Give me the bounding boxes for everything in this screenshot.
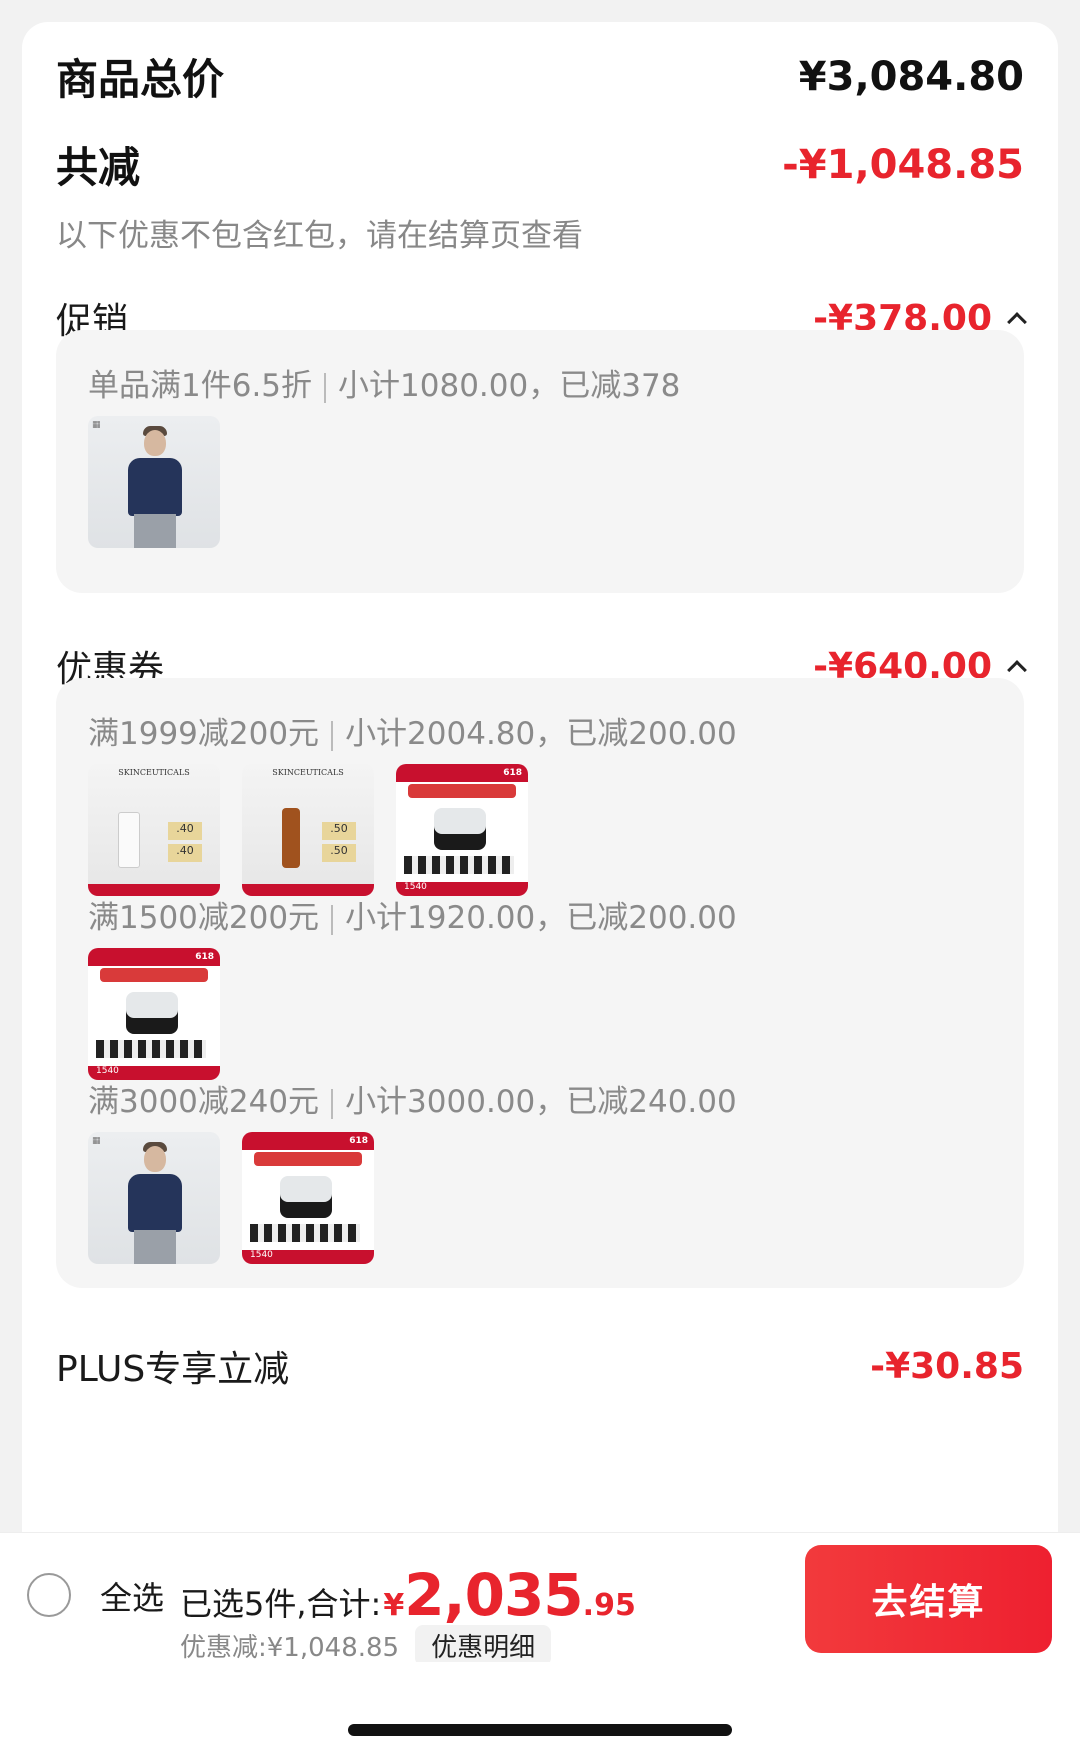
promo-detail: 小计1080.00，已减378 — [338, 368, 681, 404]
discount-note: 以下优惠不包含红包，请在结算页查看 — [56, 218, 583, 254]
promo-tag: 618 — [349, 1136, 368, 1146]
select-all-label[interactable]: 全选 — [100, 1573, 164, 1619]
total-price-row: 商品总价 ¥3,084.80 — [56, 46, 1024, 107]
gift-badge: .40 — [168, 822, 202, 840]
plus-row: PLUS专享立减 -¥30.85 — [56, 1340, 1024, 1392]
mini-products — [96, 1040, 206, 1058]
brand-logo-icon: SKINCEUTICALS — [118, 768, 190, 777]
product-thumb-polo-shirt[interactable]: ▦ — [88, 416, 220, 548]
promo-tag: 618 — [503, 768, 522, 778]
polo-shirt-icon — [128, 1174, 182, 1232]
discount-detail-button[interactable]: 优惠明细 — [415, 1625, 552, 1666]
promo-panel: 单品满1件6.5折 小计1080.00，已减378 ▦ — [56, 330, 1024, 593]
total-amount-decimal: .95 — [582, 1588, 636, 1623]
promo-band — [408, 784, 516, 798]
product-thumb-skincare-ce[interactable]: SKINCEUTICALS .50 .50 — [242, 764, 374, 896]
total-reduce-row: 共减 -¥1,048.85 — [56, 134, 1024, 195]
coupon-thumbs-3: ▦ 618 1540 — [88, 1132, 374, 1264]
product-thumb-polo-shirt[interactable]: ▦ — [88, 1132, 220, 1264]
currency-symbol: ¥ — [383, 1588, 405, 1623]
discount-line: 优惠减:¥1,048.85 优惠明细 — [180, 1625, 552, 1666]
safe-area — [0, 1662, 1080, 1759]
plus-value: -¥30.85 — [870, 1345, 1024, 1387]
coupon-rule: 满1999减200元 — [88, 716, 320, 752]
coupon-rule-line-3: 满3000减240元 小计3000.00，已减240.00 — [88, 1076, 737, 1121]
coupon-rule: 满3000减240元 — [88, 1084, 320, 1120]
discount-amount: 优惠减:¥1,048.85 — [180, 1633, 400, 1663]
coupon-detail: 小计1920.00，已减200.00 — [345, 900, 737, 936]
coupon-rule: 满1500减200元 — [88, 900, 320, 936]
chevron-up-icon[interactable] — [1007, 312, 1027, 332]
gift-badge: .40 — [168, 844, 202, 862]
cream-jar-icon — [126, 992, 178, 1034]
cream-jar-icon — [434, 808, 486, 850]
divider — [331, 720, 334, 751]
total-reduce-label: 共减 — [56, 143, 141, 192]
gift-badge: .50 — [322, 822, 356, 840]
promo-tag: 618 — [195, 952, 214, 962]
coupon-panel: 满1999减200元 小计2004.80，已减200.00 SKINCEUTICA… — [56, 678, 1024, 1288]
coupon-thumbs-2: 618 1540 — [88, 948, 220, 1080]
total-price-label: 商品总价 — [56, 55, 225, 104]
divider — [331, 904, 334, 935]
mini-products — [404, 856, 514, 874]
model-pants — [134, 1230, 176, 1264]
promo-thumbs: ▦ — [88, 416, 220, 548]
brand-logo-icon: ▦ — [92, 1136, 101, 1146]
total-reduce-value: -¥1,048.85 — [782, 141, 1024, 188]
selected-text: 已选5件,合计: — [180, 1585, 382, 1623]
polo-shirt-icon — [128, 458, 182, 516]
model-head — [144, 430, 166, 456]
select-all-radio[interactable] — [27, 1573, 71, 1617]
product-thumb-skincare-kit[interactable]: 618 1540 — [242, 1132, 374, 1264]
divider — [331, 1088, 334, 1119]
model-head — [144, 1146, 166, 1172]
brand-logo-icon: SKINCEUTICALS — [272, 768, 344, 777]
cream-tube-icon — [118, 812, 140, 868]
coupon-detail: 小计3000.00，已减240.00 — [345, 1084, 737, 1120]
cream-jar-icon — [280, 1176, 332, 1218]
coupon-rule-line-1: 满1999减200元 小计2004.80，已减200.00 — [88, 708, 737, 753]
serum-bottle-icon — [282, 808, 300, 868]
product-thumb-skincare-aox[interactable]: SKINCEUTICALS .40 .40 — [88, 764, 220, 896]
promo-band — [100, 968, 208, 982]
coupon-thumbs-1: SKINCEUTICALS .40 .40 SKINCEUTICALS .50 … — [88, 764, 528, 896]
promo-rule-line: 单品满1件6.5折 小计1080.00，已减378 — [88, 360, 680, 405]
promo-band — [254, 1152, 362, 1166]
selected-summary: 已选5件,合计: ¥ 2,035 .95 — [180, 1561, 636, 1629]
gift-badge: .50 — [322, 844, 356, 862]
total-price-value: ¥3,084.80 — [798, 53, 1024, 100]
brand-logo-icon: ▦ — [92, 420, 101, 430]
coupon-detail: 小计2004.80，已减200.00 — [345, 716, 737, 752]
discount-summary-card: 商品总价 ¥3,084.80 共减 -¥1,048.85 以下优惠不包含红包，请… — [22, 22, 1058, 1582]
coupon-rule-line-2: 满1500减200元 小计1920.00，已减200.00 — [88, 892, 737, 937]
checkout-bar: 全选 已选5件,合计: ¥ 2,035 .95 优惠减:¥1,048.85 优惠… — [0, 1532, 1080, 1666]
price-strip: 1540 — [242, 1250, 374, 1264]
divider — [324, 372, 327, 403]
product-thumb-skincare-kit[interactable]: 618 1540 — [396, 764, 528, 896]
chevron-up-icon[interactable] — [1007, 660, 1027, 680]
home-indicator[interactable] — [348, 1724, 732, 1736]
total-amount-integer: 2,035 — [404, 1561, 583, 1629]
checkout-button[interactable]: 去结算 — [805, 1545, 1052, 1653]
model-pants — [134, 514, 176, 548]
plus-label: PLUS专享立减 — [56, 1349, 290, 1390]
product-thumb-skincare-kit[interactable]: 618 1540 — [88, 948, 220, 1080]
promo-rule: 单品满1件6.5折 — [88, 368, 313, 404]
mini-products — [250, 1224, 360, 1242]
